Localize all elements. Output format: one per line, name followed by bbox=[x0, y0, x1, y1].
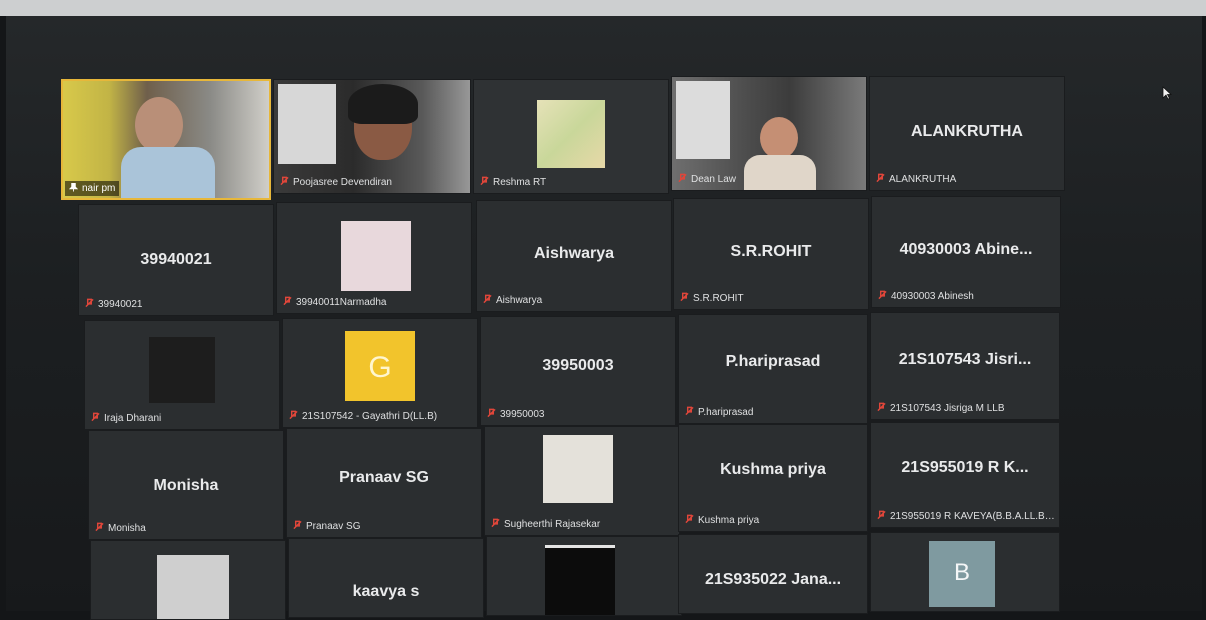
participant-name-label: ALANKRUTHA bbox=[876, 173, 1060, 186]
participant-tile[interactable]: Dean Law bbox=[671, 76, 867, 191]
participant-tile[interactable]: 39950003 39950003 bbox=[480, 316, 676, 426]
participant-tile[interactable]: Iraja Dharani bbox=[84, 320, 280, 430]
avatar bbox=[149, 337, 215, 403]
participant-display-name: 40930003 Abine... bbox=[899, 241, 1033, 258]
mic-muted-icon bbox=[876, 173, 885, 183]
participant-display-name: 21S107543 Jisri... bbox=[898, 351, 1032, 368]
participant-tile[interactable]: 21S107543 Jisri... 21S107543 Jisriga M L… bbox=[870, 312, 1060, 420]
participant-name-label: Dean Law bbox=[678, 173, 862, 186]
participant-tile[interactable]: P.hariprasad P.hariprasad bbox=[678, 314, 868, 424]
video-slide bbox=[278, 84, 336, 164]
participant-name-label: nair pm bbox=[65, 181, 120, 196]
participant-name-label: 39940011Narmadha bbox=[283, 296, 467, 309]
participant-display-name: 39940021 bbox=[140, 251, 212, 268]
participant-display-name: Pranaav SG bbox=[339, 469, 429, 486]
participant-display-name: 39950003 bbox=[542, 357, 614, 374]
meeting-gallery-view: nair pm Poojasree Devendiran Reshma RT D… bbox=[6, 16, 1202, 620]
participant-tile[interactable]: Sugheerthi Rajasekar bbox=[484, 426, 680, 536]
participant-name-label: Pranaav SG bbox=[293, 520, 477, 533]
participant-initial: G bbox=[368, 351, 392, 384]
participant-tile[interactable]: B bbox=[870, 532, 1060, 612]
mic-muted-icon bbox=[85, 298, 94, 308]
mic-muted-icon bbox=[878, 290, 887, 300]
participant-display-name: Kushma priya bbox=[720, 461, 826, 478]
participant-tile[interactable]: 21S935022 Jana... bbox=[678, 534, 868, 614]
pin-icon bbox=[69, 182, 78, 192]
mic-muted-icon bbox=[877, 402, 886, 412]
participant-name-label: P.hariprasad bbox=[685, 406, 863, 419]
avatar bbox=[543, 435, 613, 503]
participant-name-label: 39950003 bbox=[487, 408, 671, 421]
mic-muted-icon bbox=[877, 510, 886, 520]
avatar bbox=[545, 545, 615, 615]
participant-tile[interactable]: nair pm bbox=[61, 79, 271, 200]
mic-muted-icon bbox=[491, 518, 500, 528]
participant-display-name: Aishwarya bbox=[533, 245, 615, 262]
participant-display-name: P.hariprasad bbox=[725, 353, 821, 370]
mic-muted-icon bbox=[685, 514, 694, 524]
participant-display-name: 21S955019 R K... bbox=[901, 459, 1029, 476]
avatar bbox=[537, 100, 605, 168]
participant-tile[interactable] bbox=[90, 540, 286, 620]
mic-muted-icon bbox=[91, 412, 100, 422]
participant-tile[interactable]: 39940021 39940021 bbox=[78, 204, 274, 316]
video-person bbox=[760, 117, 798, 159]
participant-name-label: Kushma priya bbox=[685, 514, 863, 527]
participant-tile[interactable] bbox=[486, 536, 682, 616]
avatar bbox=[157, 555, 229, 619]
video-person bbox=[135, 97, 183, 153]
participant-tile[interactable]: S.R.ROHIT S.R.ROHIT bbox=[673, 198, 869, 310]
participant-display-name: S.R.ROHIT bbox=[730, 243, 812, 260]
video-person-shirt bbox=[121, 147, 215, 198]
video-slide bbox=[676, 81, 730, 159]
participant-tile[interactable]: Aishwarya Aishwarya bbox=[476, 200, 672, 312]
participant-name-label: Iraja Dharani bbox=[91, 412, 275, 425]
window-top-strip bbox=[0, 0, 1206, 16]
participant-name-label: 21S107543 Jisriga M LLB bbox=[877, 402, 1055, 415]
participant-display-name: ALANKRUTHA bbox=[911, 123, 1023, 140]
participant-name-label: Sugheerthi Rajasekar bbox=[491, 518, 675, 531]
participant-display-name: Monisha bbox=[153, 477, 219, 494]
participant-display-name: 21S935022 Jana... bbox=[704, 571, 842, 588]
mic-muted-icon bbox=[480, 176, 489, 186]
mic-muted-icon bbox=[283, 296, 292, 306]
participant-tile[interactable]: 40930003 Abine... 40930003 Abinesh bbox=[871, 196, 1061, 308]
mic-muted-icon bbox=[289, 410, 298, 420]
participant-tile[interactable]: G 21S107542 - Gayathri D(LL.B) bbox=[282, 318, 478, 428]
participant-name-label: 39940021 bbox=[85, 298, 269, 311]
mic-muted-icon bbox=[678, 173, 687, 183]
mic-muted-icon bbox=[487, 408, 496, 418]
participant-name-label: Reshma RT bbox=[480, 176, 664, 189]
participant-tile[interactable]: ALANKRUTHA ALANKRUTHA bbox=[869, 76, 1065, 191]
participant-name-label: S.R.ROHIT bbox=[680, 292, 864, 305]
participant-name-label: 21S107542 - Gayathri D(LL.B) bbox=[289, 410, 473, 423]
mic-muted-icon bbox=[483, 294, 492, 304]
participant-tile[interactable]: Poojasree Devendiran bbox=[273, 79, 471, 194]
participant-display-name: kaavya s bbox=[352, 583, 420, 600]
participant-name-label: 21S955019 R KAVEYA(B.B.A.LL.B)h... bbox=[877, 510, 1055, 523]
participant-tile[interactable]: Pranaav SG Pranaav SG bbox=[286, 428, 482, 538]
participant-name-label: Monisha bbox=[95, 522, 279, 535]
participant-tile[interactable]: kaavya s bbox=[288, 538, 484, 618]
mic-muted-icon bbox=[293, 520, 302, 530]
participant-tile[interactable]: Reshma RT bbox=[473, 79, 669, 194]
participant-name-label: Poojasree Devendiran bbox=[280, 176, 466, 189]
mic-muted-icon bbox=[95, 522, 104, 532]
mic-muted-icon bbox=[685, 406, 694, 416]
participant-tile[interactable]: Kushma priya Kushma priya bbox=[678, 424, 868, 532]
participant-initial: B bbox=[953, 559, 970, 586]
participant-name-label: Aishwarya bbox=[483, 294, 667, 307]
participant-tile[interactable]: Monisha Monisha bbox=[88, 430, 284, 540]
participant-tile[interactable]: 21S955019 R K... 21S955019 R KAVEYA(B.B.… bbox=[870, 422, 1060, 528]
participant-tile[interactable]: 39940011Narmadha bbox=[276, 202, 472, 314]
mic-muted-icon bbox=[680, 292, 689, 302]
participant-name-label: 40930003 Abinesh bbox=[878, 290, 1056, 303]
mic-muted-icon bbox=[280, 176, 289, 186]
video-person-hair bbox=[348, 84, 418, 124]
avatar bbox=[341, 221, 411, 291]
mouse-cursor-icon bbox=[1162, 86, 1172, 100]
